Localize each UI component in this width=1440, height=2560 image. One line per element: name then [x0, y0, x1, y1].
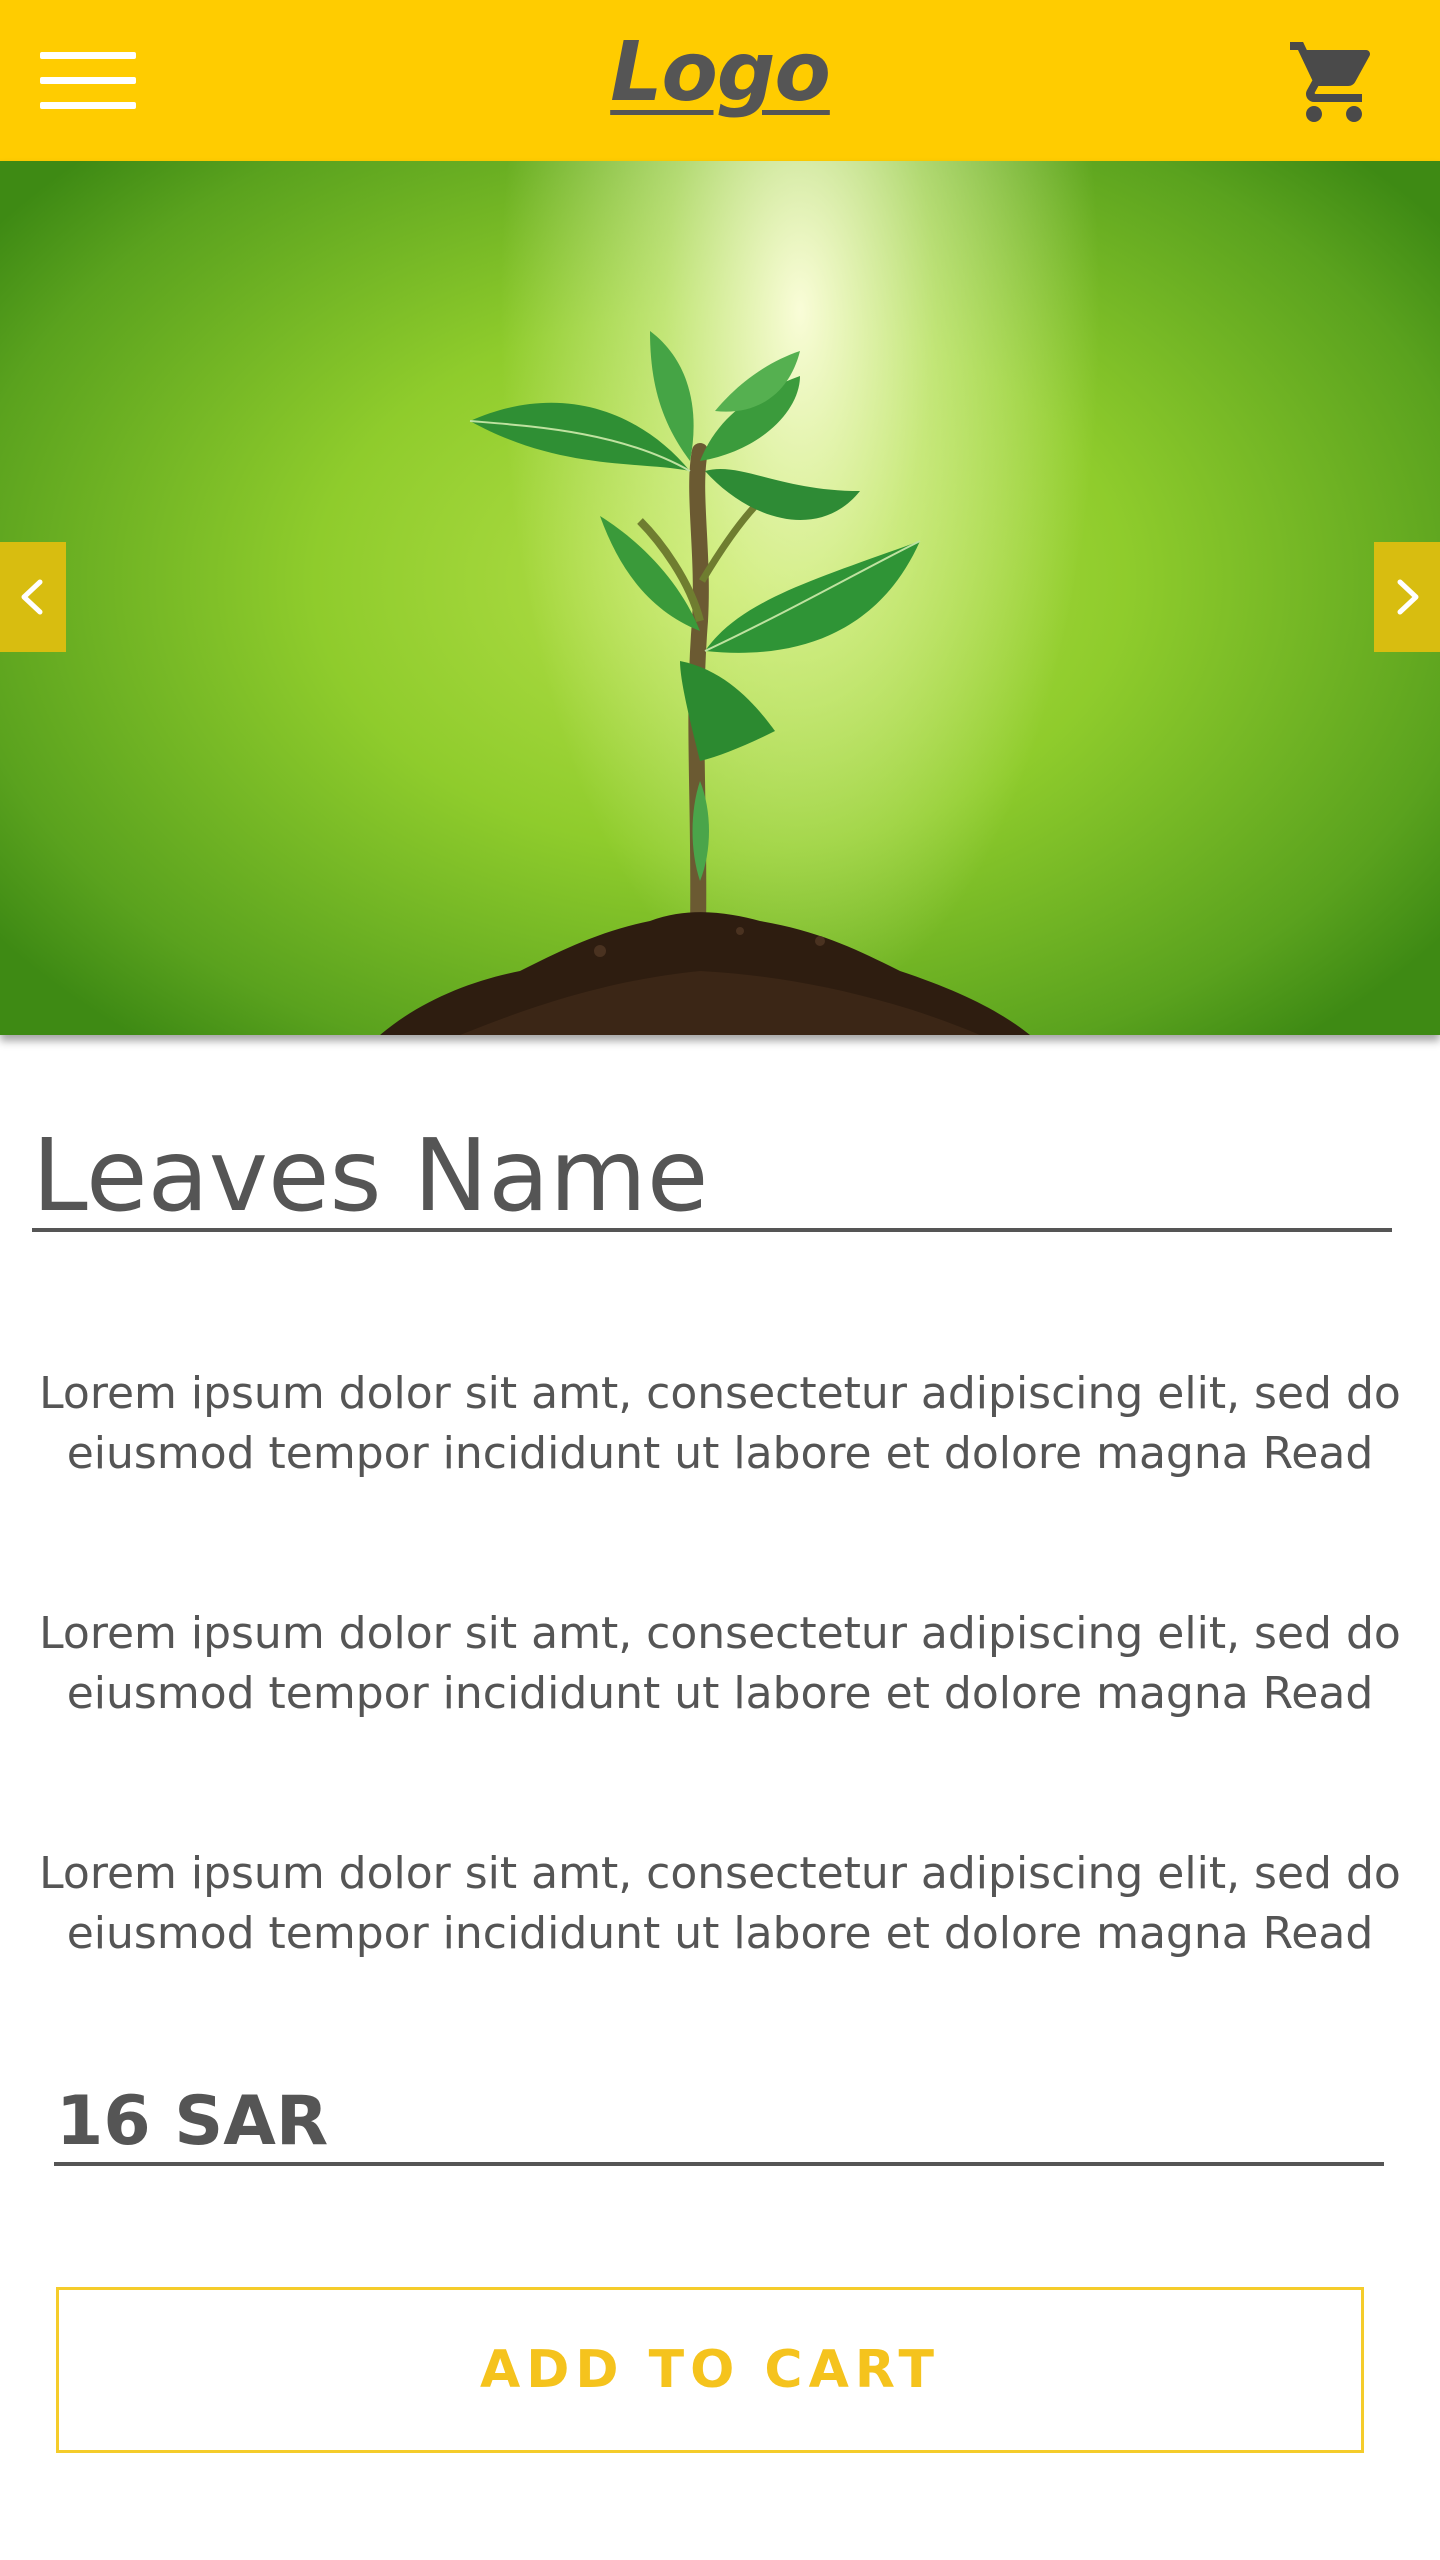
- product-description: Lorem ipsum dolor sit amt, consectetur a…: [39, 1368, 1401, 1479]
- price-divider: [54, 2162, 1384, 2166]
- seedling-image: [380, 331, 1030, 1035]
- top-app-bar: Logo: [0, 0, 1440, 161]
- shopping-cart-icon[interactable]: [1286, 34, 1382, 130]
- chevron-left-icon: [21, 579, 43, 615]
- product-title: Leaves Name: [32, 1117, 709, 1234]
- product-description: Lorem ipsum dolor sit amt, consectetur a…: [39, 1848, 1401, 1959]
- carousel-prev-button[interactable]: [0, 542, 66, 652]
- product-image-carousel[interactable]: [0, 161, 1440, 1035]
- logo[interactable]: Logo: [0, 18, 1440, 128]
- chevron-right-icon: [1397, 579, 1419, 615]
- title-divider: [32, 1228, 1392, 1232]
- product-description: Lorem ipsum dolor sit amt, consectetur a…: [39, 1608, 1401, 1719]
- add-to-cart-button[interactable]: ADD TO CART: [56, 2287, 1364, 2453]
- carousel-next-button[interactable]: [1374, 542, 1440, 652]
- product-page: Logo Leaves Name Lorem ipsum dolor sit a…: [0, 0, 1440, 2560]
- product-price: 16 SAR: [56, 2082, 329, 2161]
